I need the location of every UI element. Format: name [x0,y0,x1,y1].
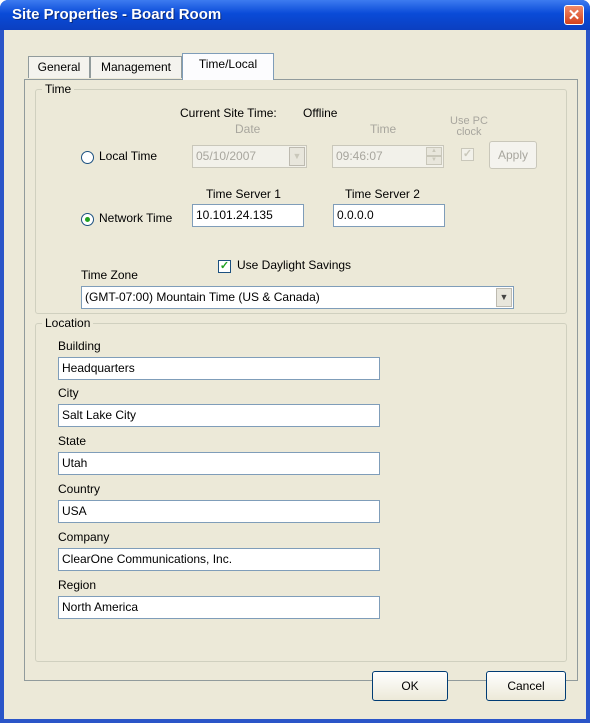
state-input[interactable]: Utah [58,452,380,475]
time-server-1-input[interactable]: 10.101.24.135 [192,204,304,227]
location-group-legend: Location [45,316,91,330]
region-input[interactable]: North America [58,596,380,619]
time-zone-label: Time Zone [81,268,138,282]
time-zone-select[interactable]: (GMT-07:00) Mountain Time (US & Canada) … [81,286,514,309]
time-zone-value: (GMT-07:00) Mountain Time (US & Canada) [85,290,320,304]
city-label: City [58,386,79,400]
window-title: Site Properties - Board Room [12,6,222,23]
local-time-label: Local Time [99,149,158,163]
date-picker[interactable]: 05/10/2007 ▼ [192,145,307,168]
time-server-2-label: Time Server 2 [345,187,420,201]
close-icon[interactable]: ✕ [564,5,584,25]
time-spin-buttons[interactable]: ▲ ▼ [426,147,442,166]
dialog-window: Site Properties - Board Room ✕ General M… [0,0,590,723]
time-server-2-input[interactable]: 0.0.0.0 [333,204,445,227]
current-site-time-value: Offline [303,106,338,120]
daylight-savings-checkbox[interactable]: ✓ [218,260,231,273]
time-group-legend: Time [45,82,72,96]
city-input[interactable]: Salt Lake City [58,404,380,427]
chevron-down-icon[interactable]: ▼ [496,288,512,307]
tab-general[interactable]: General [28,56,90,78]
company-input[interactable]: ClearOne Communications, Inc. [58,548,380,571]
time-server-1-label: Time Server 1 [206,187,281,201]
tab-management[interactable]: Management [90,56,182,78]
tab-time-local[interactable]: Time/Local [182,53,274,80]
company-label: Company [58,530,110,544]
tab-panel-time-local: Time Current Site Time: Offline Date Tim… [24,79,578,681]
daylight-savings-label: Use Daylight Savings [237,258,352,272]
date-label: Date [235,122,261,136]
date-value: 05/10/2007 [196,149,257,163]
use-pc-clock-label: Use PC clock [450,115,488,138]
time-spinner[interactable]: 09:46:07 ▲ ▼ [332,145,444,168]
use-pc-clock-checkbox[interactable]: ✓ [461,148,474,161]
network-time-label: Network Time [99,211,173,225]
local-time-radio[interactable] [81,151,94,164]
cancel-button[interactable]: Cancel [486,671,566,701]
building-label: Building [58,339,101,353]
state-label: State [58,434,87,448]
chevron-down-icon[interactable]: ▼ [289,147,305,166]
current-site-time-label: Current Site Time: [180,106,277,120]
region-label: Region [58,578,97,592]
network-time-radio[interactable] [81,213,94,226]
building-input[interactable]: Headquarters [58,357,380,380]
country-input[interactable]: USA [58,500,380,523]
time-value: 09:46:07 [336,149,383,163]
ok-button[interactable]: OK [372,671,448,701]
country-label: Country [58,482,101,496]
time-label: Time [370,122,397,136]
title-bar[interactable]: Site Properties - Board Room ✕ [0,0,590,30]
apply-button[interactable]: Apply [489,141,537,169]
dialog-client: General Management Time/Local Time Curre… [4,30,586,719]
